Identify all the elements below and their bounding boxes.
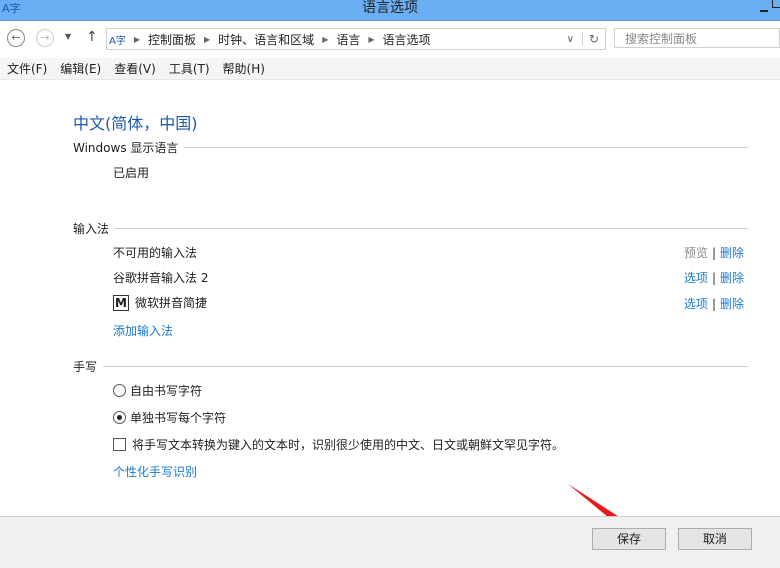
refresh-icon[interactable]: ↻: [581, 32, 605, 46]
options-link[interactable]: 选项: [684, 297, 708, 311]
radio-button[interactable]: [113, 411, 126, 424]
handwriting-header: 手写: [73, 358, 748, 375]
recent-dropdown-icon[interactable]: ▼: [65, 32, 71, 41]
maximize-button[interactable]: [772, 0, 780, 8]
search-input[interactable]: 搜索控制面板: [614, 28, 780, 48]
input-method-header: 输入法: [73, 220, 748, 237]
radio-single-char[interactable]: 单独书写每个字符: [113, 409, 226, 426]
input-method-name: 微软拼音简捷: [135, 296, 208, 310]
save-button[interactable]: 保存: [592, 528, 666, 550]
delete-link[interactable]: 删除: [720, 297, 744, 311]
forward-button[interactable]: →: [36, 29, 54, 47]
radio-button[interactable]: [113, 384, 126, 397]
menu-tools[interactable]: 工具(T): [169, 60, 210, 77]
breadcrumb-item[interactable]: 语言选项: [383, 31, 431, 48]
menu-edit[interactable]: 编辑(E): [60, 60, 101, 77]
delete-link[interactable]: 删除: [720, 271, 744, 285]
options-link[interactable]: 选项: [684, 271, 708, 285]
delete-link[interactable]: 删除: [720, 246, 744, 260]
radio-label: 自由书写字符: [130, 384, 203, 398]
menu-help[interactable]: 帮助(H): [223, 60, 265, 77]
window-title: 语言选项: [362, 0, 418, 16]
input-method-actions: 选项 | 删除: [683, 271, 744, 285]
breadcrumb-item[interactable]: 时钟、语言和区域: [218, 31, 314, 48]
preview-link[interactable]: 预览: [684, 246, 708, 260]
add-input-method-link[interactable]: 添加输入法: [113, 322, 173, 339]
checkbox-label: 将手写文本转换为键入的文本时，识别很少使用的中文、日文或朝鲜文罕见字符。: [132, 438, 565, 452]
checkbox[interactable]: [113, 438, 126, 451]
personalize-handwriting-link[interactable]: 个性化手写识别: [113, 463, 197, 480]
radio-freeform[interactable]: 自由书写字符: [113, 382, 202, 399]
breadcrumb-item[interactable]: 控制面板: [148, 31, 196, 48]
ime-m-icon: M: [113, 295, 129, 311]
display-status: 已启用: [113, 166, 150, 180]
cancel-button[interactable]: 取消: [678, 528, 752, 550]
chevron-down-icon[interactable]: ∨: [567, 34, 574, 45]
menu-view[interactable]: 查看(V): [114, 60, 156, 77]
up-button[interactable]: ↑: [86, 29, 98, 45]
minimize-button[interactable]: [760, 10, 768, 12]
title-bar: A字 语言选项: [0, 0, 780, 21]
input-method-name: 谷歌拼音输入法 2: [113, 271, 209, 285]
footer: 保存 取消: [0, 516, 780, 568]
nav-bar: ← → ▼ ↑ A字 ▶ 控制面板 ▶ 时钟、语言和区域 ▶ 语言 ▶ 语言选项 ∨ ↻…: [0, 21, 780, 58]
page-title: 中文(简体，中国): [73, 114, 198, 133]
input-method-item: M 微软拼音简捷: [113, 294, 207, 311]
menu-file[interactable]: 文件(F): [7, 60, 47, 77]
language-icon: A字: [109, 35, 126, 47]
display-language-header: Windows 显示语言: [73, 139, 748, 156]
input-method-actions: 预览 | 删除: [683, 246, 744, 260]
input-method-actions: 选项 | 删除: [683, 297, 744, 311]
rare-chars-checkbox[interactable]: 将手写文本转换为键入的文本时，识别很少使用的中文、日文或朝鲜文罕见字符。: [113, 436, 564, 453]
radio-label: 单独书写每个字符: [130, 411, 227, 425]
back-button[interactable]: ←: [7, 29, 25, 47]
menu-bar: 文件(F) 编辑(E) 查看(V) 工具(T) 帮助(H): [0, 58, 780, 80]
input-method-name: 不可用的输入法: [113, 246, 198, 260]
breadcrumb-item[interactable]: 语言: [336, 31, 360, 48]
address-bar[interactable]: A字 ▶ 控制面板 ▶ 时钟、语言和区域 ▶ 语言 ▶ 语言选项 ∨ ↻: [106, 28, 606, 50]
